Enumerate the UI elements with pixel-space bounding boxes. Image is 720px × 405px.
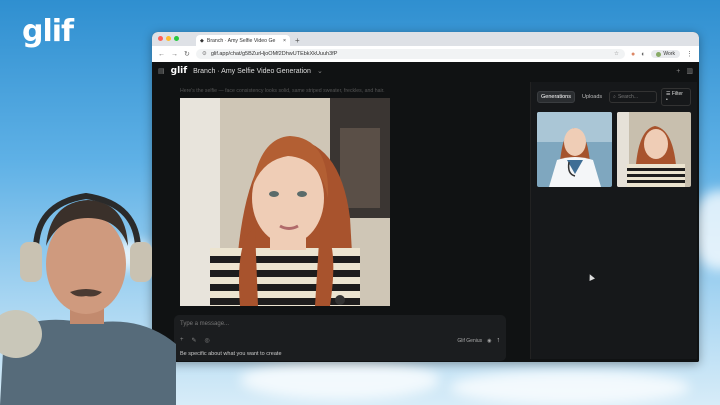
search-input[interactable]: ⌕ Search... [609,91,657,103]
webcam-overlay [0,184,176,405]
composer-hint: Be specific about what you want to creat… [180,351,282,357]
url-text: glif.app/chat/g5BZurHjoOMf2DhwUTEbkXkUuu… [210,51,338,57]
selfie-thumbnail-image [616,112,691,187]
chevron-down-icon[interactable]: ⌄ [317,67,323,75]
tab-favicon-icon: ◆ [200,37,204,44]
generation-thumbnail[interactable] [616,112,691,187]
settings-icon[interactable]: ◎ [205,337,210,344]
generated-selfie-image[interactable] [180,98,390,306]
search-icon: ⌕ [613,94,616,100]
url-input[interactable]: ⚙ glif.app/chat/g5BZurHjoOMf2DhwUTEbkXkU… [195,49,625,59]
message-composer[interactable]: Type a message... + ✎ ◎ Glif Genius ◉ ↑ … [174,315,506,361]
glif-app: ▤ glif Branch · Amy Selfie Video Generat… [152,62,699,362]
composer-tools: + ✎ ◎ [180,337,210,344]
generation-grid [531,112,697,187]
browser-window: ◆ Branch · Amy Selfie Video Ge × + ← → ↻… [152,32,699,362]
tab-uploads[interactable]: Uploads [579,92,605,102]
panel-tabs: Generations Uploads ⌕ Search... ☰ Filter… [531,82,697,112]
profile-button[interactable]: Work [651,50,680,58]
extension-icon[interactable]: ◐ [641,51,645,58]
tab-title: Branch · Amy Selfie Video Ge [206,37,276,44]
send-icon[interactable]: ↑ [497,337,501,344]
cloud [240,360,440,400]
new-tab-button[interactable]: + [295,35,300,46]
tab-generations[interactable]: Generations [537,91,575,103]
model-icon: ◉ [487,337,492,344]
presenter-video [0,192,176,405]
menu-kebab-icon[interactable]: ⋮ [686,50,693,58]
model-label: Glif Genius [457,337,483,344]
close-window-button[interactable] [158,36,163,41]
generation-thumbnail[interactable] [537,112,612,187]
tab-close-icon[interactable]: × [283,38,286,44]
app-header: ▤ glif Branch · Amy Selfie Video Generat… [152,62,699,80]
back-icon[interactable]: ← [158,51,165,58]
reload-icon[interactable]: ↻ [184,50,190,58]
filter-label: Filter [671,91,683,97]
extension-icon[interactable]: ● [631,51,635,58]
minimize-window-button[interactable] [166,36,171,41]
add-icon[interactable]: + [676,68,680,75]
app-logo[interactable]: glif [171,66,188,76]
avatar [656,51,662,57]
address-bar-row: ← → ↻ ⚙ glif.app/chat/g5BZurHjoOMf2DhwUT… [152,46,699,63]
doctor-image [537,112,612,187]
search-placeholder: Search... [617,94,638,100]
glif-logo: glif [22,14,74,49]
maximize-window-button[interactable] [174,36,179,41]
pen-icon[interactable]: ✎ [192,337,197,344]
cloud [450,370,690,405]
browser-tab[interactable]: ◆ Branch · Amy Selfie Video Ge × [196,35,290,46]
message-input[interactable]: Type a message... [180,321,229,327]
add-attachment-icon[interactable]: + [180,337,184,344]
sidebar-toggle-icon[interactable]: ▤ [158,67,165,75]
panel-toggle-icon[interactable]: ▥ [686,67,693,75]
tab-bar: ◆ Branch · Amy Selfie Video Ge × + [152,32,699,46]
forward-icon[interactable]: → [171,51,178,58]
page-title[interactable]: Branch · Amy Selfie Video Generation [193,68,311,75]
assistant-message-text: Here's the selfie — face consistency loo… [180,88,385,94]
model-selector[interactable]: Glif Genius ◉ ↑ [457,337,500,344]
profile-label: Work [663,51,675,57]
filter-dot-icon: • [665,97,668,103]
selfie-illustration [180,98,390,306]
bookmark-star-icon[interactable]: ☆ [614,51,619,57]
generations-panel: Generations Uploads ⌕ Search... ☰ Filter… [530,82,697,359]
filter-button[interactable]: ☰ Filter • [660,88,691,106]
site-info-icon[interactable]: ⚙ [202,51,207,57]
window-controls [158,36,179,41]
